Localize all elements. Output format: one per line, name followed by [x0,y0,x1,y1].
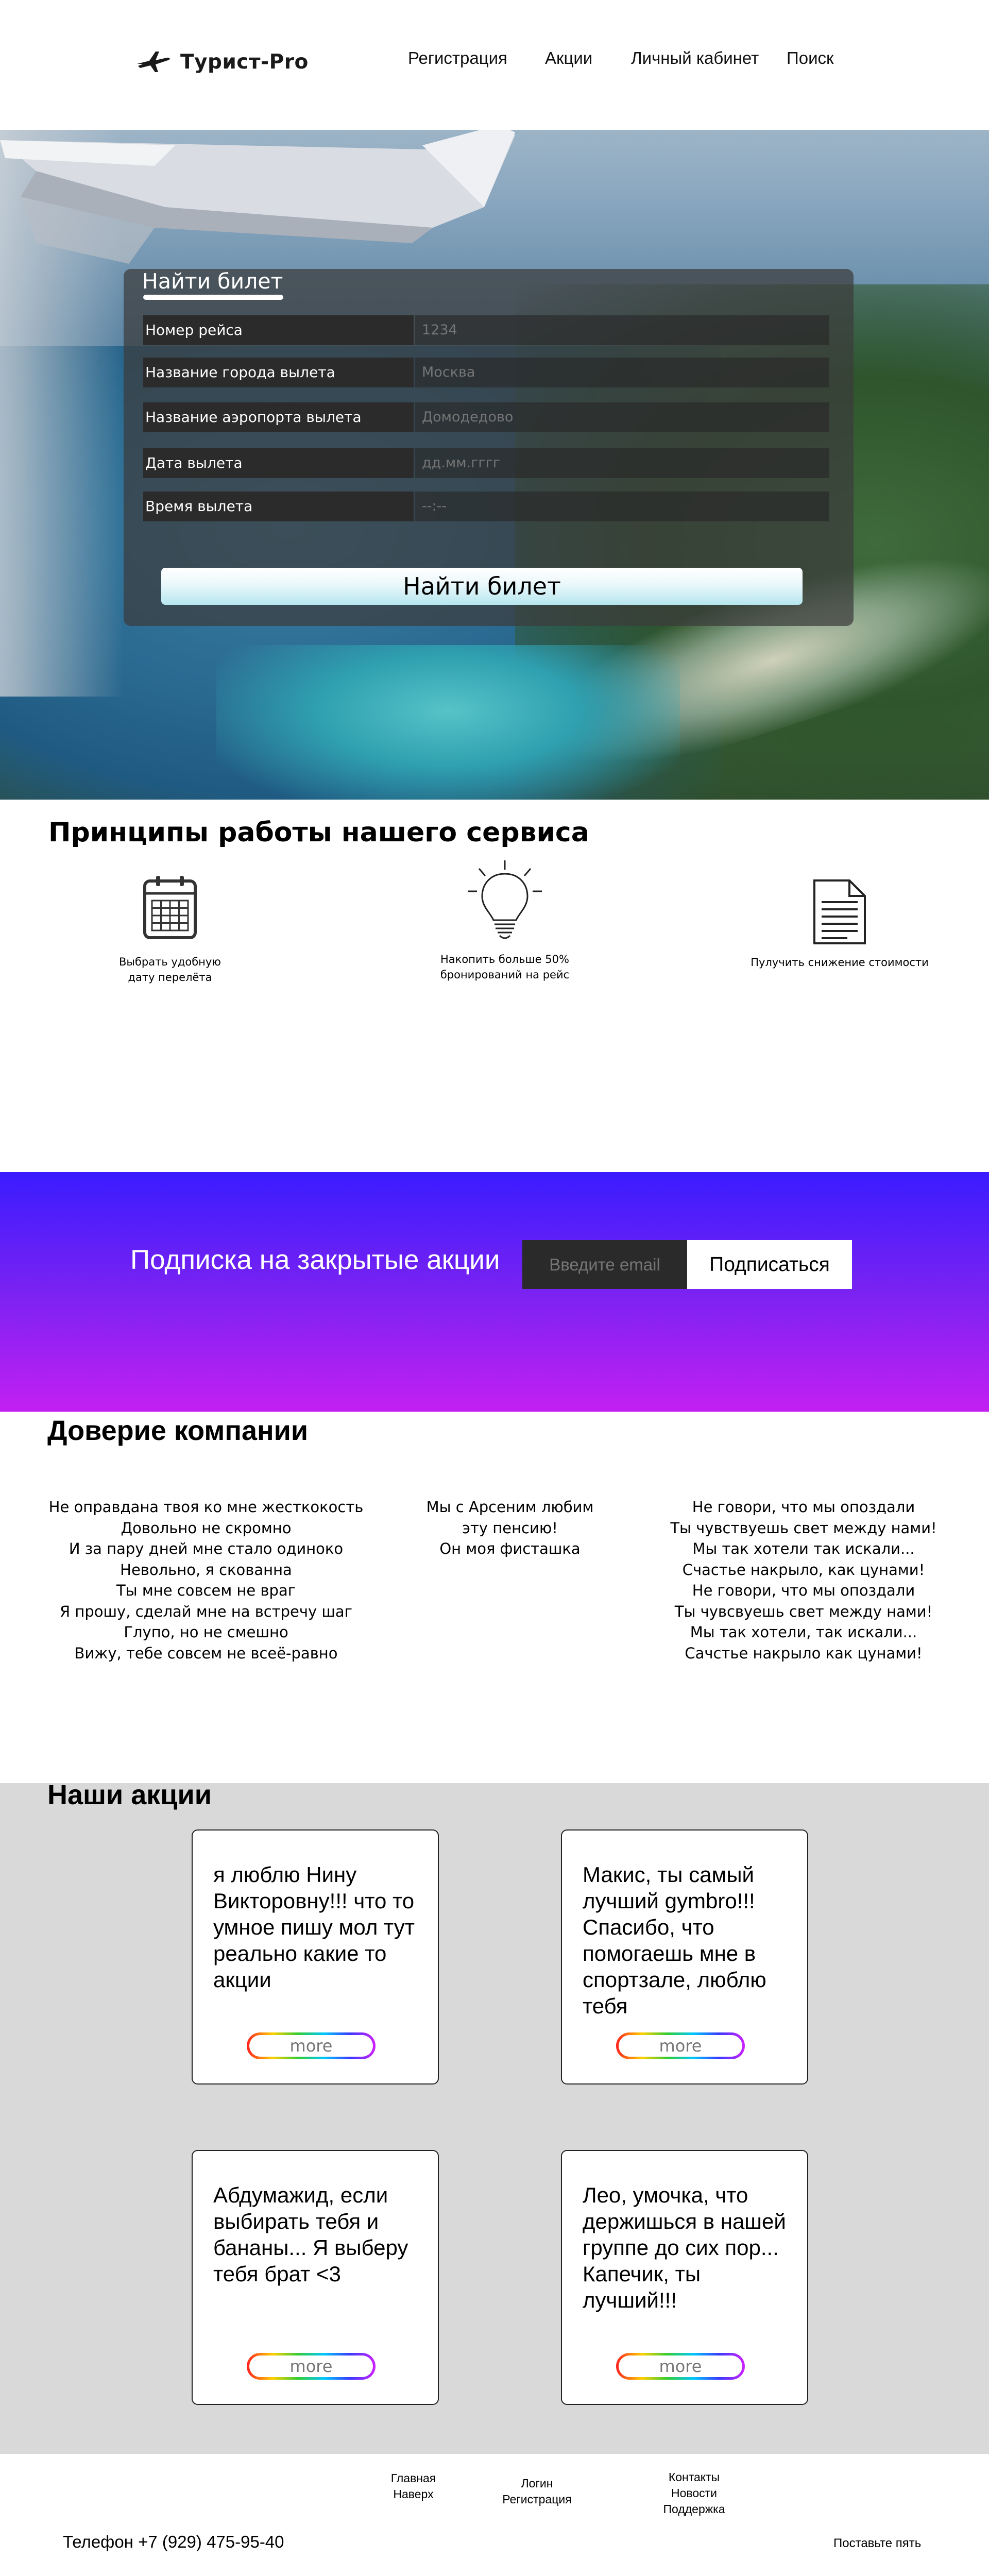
trust-line: Счастье накрыло, как цунами! [682,1561,925,1579]
flight-number-row: Номер рейса [143,315,829,345]
subscribe-button[interactable]: Подписаться [687,1240,852,1289]
departure-airport-row: Название аэропорта вылета [143,402,829,432]
footer-link-login[interactable]: Логин [484,2476,590,2492]
trust-line: Не оправдана твоя ко мне жесткокость [48,1498,364,1516]
principle-item-date: Выбрать удобную дату перелёта [98,875,242,985]
principle-text-line1: Выбрать удобную [118,956,221,968]
more-button[interactable]: more [247,2032,376,2059]
trust-line: Не говори, что мы опоздали [692,1582,915,1599]
promo-card: Макис, ты самый лучший gymbro!!! Спасибо… [561,1829,808,2084]
principle-text-line2: дату перелёта [128,971,212,984]
trust-column-3: Не говори, что мы опоздали Ты чувствуешь… [646,1497,961,1664]
subscribe-section: Подписка на закрытые акции Подписаться [0,1172,989,1412]
footer-phone: Телефон +7 (929) 475-95-40 [63,2532,284,2551]
trust-line: Мы так хотели, так искали... [690,1623,917,1641]
flight-number-input[interactable] [415,315,829,345]
departure-time-row: Время вылета [143,492,829,521]
nav-account[interactable]: Личный кабинет [631,48,759,68]
flight-number-label: Номер рейса [143,315,414,345]
ticket-panel-title: Найти билет [142,269,283,294]
promo-card: Абдумажид, если выбирать тебя и бананы..… [192,2150,439,2405]
departure-time-label: Время вылета [143,492,414,521]
footer-link-support[interactable]: Поддержка [641,2501,747,2517]
footer-link-top[interactable]: Наверх [361,2486,466,2502]
footer-column-account: Логин Регистрация [484,2476,590,2507]
promo-text: Лео, умочка, что держишься в нашей групп… [583,2183,786,2312]
trust-line: Невольно, я скованна [120,1561,292,1579]
principle-item-discount: Пулучить снижение стоимости [742,878,937,970]
trust-title: Доверие компании [47,1415,309,1446]
promo-text: Абдумажид, если выбирать тебя и бананы..… [213,2183,408,2286]
principle-text-line2: бронирований на рейс [440,969,570,981]
ticket-search-panel: Найти билет Номер рейса Название города … [124,269,854,626]
trust-line: эту пенсию! [462,1519,558,1537]
email-input[interactable] [522,1240,687,1289]
footer-column-info: Контакты Новости Поддержка [641,2469,747,2517]
trust-line: Ты мне совсем не враг [116,1582,296,1599]
trust-line: Вижу, тебе совсем не всеё-равно [74,1644,338,1662]
principle-item-booking: Накопить больше 50% бронирований на рейс [422,859,587,982]
title-underline [143,295,283,300]
more-button[interactable]: more [247,2353,376,2380]
footer-link-home[interactable]: Главная [361,2470,466,2486]
principle-text-line1: Пулучить снижение стоимости [751,956,929,969]
nav-promotions[interactable]: Акции [545,48,592,68]
site-header: Турист-Pro Регистрация Акции Личный каби… [0,0,989,130]
promo-text: я люблю Нину Викторовну!!! что то умное … [213,1862,415,1992]
more-button[interactable]: more [616,2353,745,2380]
departure-date-label: Дата вылета [143,448,414,478]
trust-line: Сачстье накрыло как цунами! [685,1644,923,1662]
departure-airport-input[interactable] [415,402,829,432]
promos-title: Наши акции [47,1780,212,1810]
trust-line: Мы с Арсеним любим [426,1498,594,1516]
trust-column-2: Мы с Арсеним любим эту пенсию! Он моя фи… [381,1497,639,1560]
footer-link-contacts[interactable]: Контакты [641,2469,747,2485]
more-button[interactable]: more [616,2032,745,2059]
trust-line: Мы так хотели так искали... [692,1540,915,1557]
trust-line: Довольно не скромно [121,1519,292,1537]
trust-line: Ты чувсвуешь свет между нами! [674,1602,933,1620]
document-icon [813,879,866,944]
promos-section: Наши акции я люблю Нину Викторовну!!! чт… [0,1780,989,2454]
promo-card: я люблю Нину Викторовну!!! что то умное … [192,1829,439,2084]
footer-column-main: Главная Наверх [361,2470,466,2502]
trust-line: И за пару дней мне стало одиноко [69,1540,344,1557]
hero-lagoon [216,645,680,800]
principles-title: Принципы работы нашего сервиса [48,817,589,848]
main-nav: Регистрация Акции Личный кабинет Поиск [0,48,989,69]
departure-date-input[interactable] [415,448,829,478]
promo-text: Макис, ты самый лучший gymbro!!! Спасибо… [583,1862,766,2018]
footer-link-registration[interactable]: Регистрация [484,2492,590,2507]
nav-search[interactable]: Поиск [787,48,833,68]
trust-line: Я прошу, сделай мне на встречу шаг [60,1602,352,1620]
rate-link[interactable]: Поставьте пять [833,2536,921,2551]
trust-line: Ты чувствуешь свет между нами! [670,1519,937,1537]
departure-city-row: Название города вылета [143,358,829,387]
departure-airport-label: Название аэропорта вылета [143,402,414,432]
departure-date-row: Дата вылета [143,448,829,478]
nav-registration[interactable]: Регистрация [408,48,507,68]
trust-line: Он моя фисташка [439,1540,581,1557]
lightbulb-icon [468,860,542,939]
departure-city-label: Название города вылета [143,358,414,387]
trust-column-1: Не оправдана твоя ко мне жесткокость Дов… [44,1497,368,1664]
departure-city-input[interactable] [415,358,829,387]
trust-line: Не говори, что мы опоздали [692,1498,915,1516]
trust-line: Глупо, но не смешно [124,1623,288,1641]
principle-text-line1: Накопить больше 50% [440,953,569,965]
departure-time-input[interactable] [415,492,829,521]
subscribe-title: Подписка на закрытые акции [130,1245,500,1275]
site-footer: Главная Наверх Логин Регистрация Контакт… [0,2454,989,2576]
promo-card: Лео, умочка, что держишься в нашей групп… [561,2150,808,2405]
calendar-icon [143,876,197,939]
hero-section: Найти билет Номер рейса Название города … [0,130,989,800]
find-ticket-button[interactable]: Найти билет [161,568,803,605]
footer-link-news[interactable]: Новости [641,2485,747,2501]
